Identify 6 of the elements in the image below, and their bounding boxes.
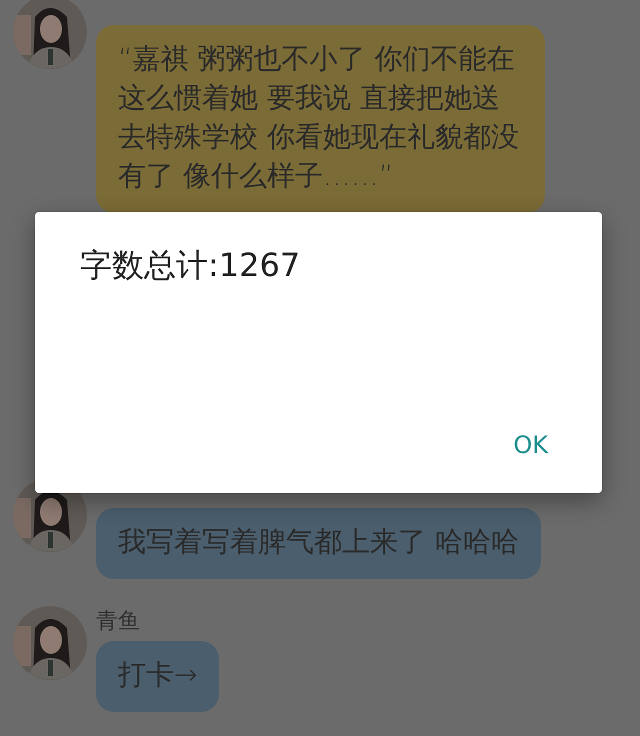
ok-button[interactable]: OK <box>503 427 558 463</box>
message-bubble: 打卡→ <box>96 641 220 712</box>
sender-name: 青鱼 <box>96 608 140 636</box>
dialog-message: 字数总计:1267 <box>80 245 300 286</box>
message-bubble: 我写着写着脾气都上来了 哈哈哈 <box>96 508 541 579</box>
message-bubble: “嘉祺 粥粥也不小了 你们不能在这么惯着她 要我说 直接把她送去特殊学校 你看她现在礼貌都没有了 像什么样子……” <box>96 25 545 213</box>
